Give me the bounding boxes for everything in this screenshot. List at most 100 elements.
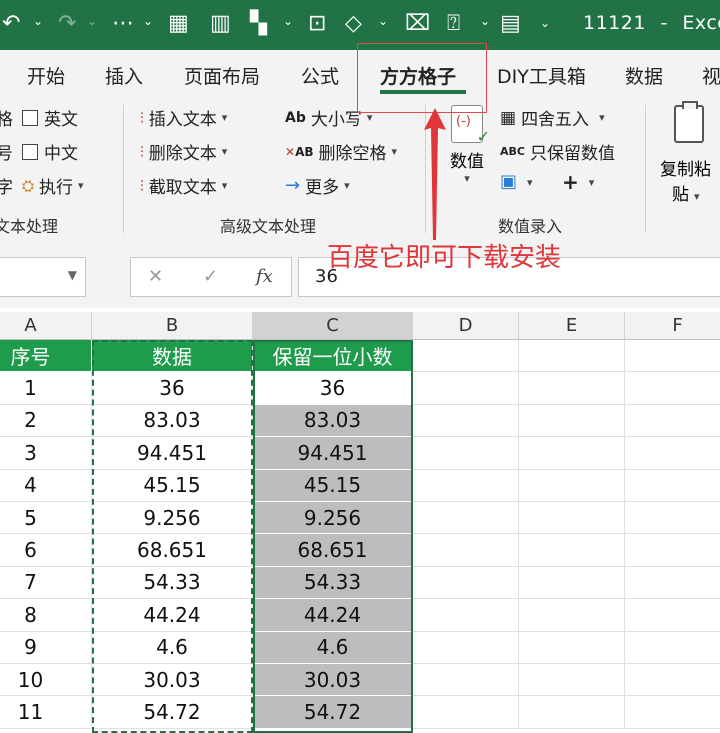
- table-cell[interactable]: [519, 599, 625, 632]
- table-cell[interactable]: 10: [0, 664, 92, 697]
- table-cell[interactable]: 9.256: [253, 502, 413, 535]
- column-header-c[interactable]: C: [253, 312, 413, 340]
- table-cell[interactable]: 5: [0, 502, 92, 535]
- ribbon-partial-row1[interactable]: 格: [0, 105, 13, 130]
- checkbox-english-box[interactable]: [22, 109, 38, 126]
- execute-button[interactable]: ⛭ 执行 ▾: [22, 173, 84, 199]
- table-cell[interactable]: 3: [0, 437, 92, 470]
- round-button[interactable]: ▦ 四舍五入 ▾: [500, 105, 605, 131]
- add-button[interactable]: + ▾: [562, 172, 594, 192]
- column-header-f[interactable]: F: [625, 312, 720, 340]
- customize-icon[interactable]: ⌄: [540, 16, 550, 30]
- table-cell[interactable]: [413, 437, 519, 470]
- table-cell[interactable]: 7: [0, 566, 92, 600]
- table-cell[interactable]: [413, 696, 519, 729]
- table-cell[interactable]: [519, 340, 625, 373]
- shapes-dropdown-icon[interactable]: ⌄: [378, 14, 388, 28]
- table-cell[interactable]: [625, 470, 720, 502]
- redo-icon[interactable]: ↷: [58, 10, 76, 38]
- table-cell[interactable]: 36: [253, 372, 413, 405]
- more-button[interactable]: → 更多 ▾: [285, 173, 350, 198]
- screenshot-icon[interactable]: ⊡: [308, 10, 326, 38]
- table-cell[interactable]: 4: [0, 469, 92, 502]
- table-cell[interactable]: 1: [0, 372, 92, 405]
- delete-text-button[interactable]: ⫶ 删除文本 ▾: [140, 139, 227, 165]
- table-cell[interactable]: 30.03: [92, 664, 253, 697]
- table-cell[interactable]: [413, 599, 519, 632]
- table-cell[interactable]: 45.15: [253, 469, 413, 502]
- table-cell[interactable]: 44.24: [253, 599, 413, 632]
- textbox-icon[interactable]: ⌧: [405, 10, 430, 38]
- table-cell[interactable]: [413, 566, 519, 600]
- tab-view[interactable]: 视: [702, 62, 720, 89]
- table-cell[interactable]: [519, 404, 625, 438]
- undo-icon[interactable]: ↶: [2, 10, 20, 38]
- help-dropdown-icon[interactable]: ⌄: [480, 14, 490, 28]
- table-cell[interactable]: 44.24: [92, 599, 253, 632]
- table-cell[interactable]: [519, 502, 625, 535]
- table-cell[interactable]: [413, 631, 519, 664]
- column-header-d[interactable]: D: [413, 312, 519, 340]
- table-cell[interactable]: 94.451: [253, 437, 413, 470]
- table-header-cell[interactable]: 保留一位小数: [253, 340, 413, 373]
- table-cell[interactable]: 54.72: [253, 696, 413, 729]
- column-header-a[interactable]: A: [0, 312, 92, 340]
- table-cell[interactable]: [625, 502, 720, 535]
- table-cell[interactable]: [625, 599, 720, 632]
- table-cell[interactable]: [413, 404, 519, 438]
- table-cell[interactable]: 8: [0, 599, 92, 632]
- copy-paste-button[interactable]: 复制粘 贴 ▾: [660, 101, 720, 215]
- ribbon-partial-row3[interactable]: 字: [0, 173, 13, 198]
- table-cell[interactable]: [519, 696, 625, 729]
- table-cell[interactable]: 4.6: [92, 631, 253, 664]
- table-cell[interactable]: [413, 340, 519, 373]
- fx-icon[interactable]: fx: [256, 266, 273, 287]
- shapes-icon[interactable]: ◇: [345, 10, 362, 38]
- table-cell[interactable]: 2: [0, 404, 92, 438]
- table-cell[interactable]: 9: [0, 631, 92, 664]
- tab-diy-toolbox[interactable]: DIY工具箱: [497, 62, 586, 89]
- table-cell[interactable]: [625, 664, 720, 697]
- form-icon[interactable]: ▤: [500, 10, 521, 38]
- keep-numbers-button[interactable]: ABC 只保留数值: [500, 139, 615, 164]
- table-cell[interactable]: [413, 664, 519, 697]
- insert-text-button[interactable]: ⫶ 插入文本 ▾: [140, 105, 227, 131]
- tab-page-layout[interactable]: 页面布局: [184, 62, 260, 89]
- column-header-e[interactable]: E: [519, 312, 625, 340]
- table-cell[interactable]: 54.72: [92, 696, 253, 729]
- table-cell[interactable]: [519, 437, 625, 470]
- table-cell[interactable]: [625, 632, 720, 664]
- column-header-b[interactable]: B: [92, 312, 253, 340]
- table-cell[interactable]: 54.33: [92, 566, 253, 600]
- value-button[interactable]: (-) ✓ 数值 ▾: [445, 105, 490, 195]
- table-cell[interactable]: [413, 534, 519, 567]
- calculator-icon[interactable]: ▦: [168, 10, 189, 38]
- table-cell[interactable]: [625, 437, 720, 470]
- tab-home[interactable]: 开始: [27, 62, 65, 89]
- tab-data[interactable]: 数据: [625, 62, 663, 89]
- table-cell[interactable]: [519, 372, 625, 405]
- borders-icon[interactable]: ⋯: [112, 10, 134, 38]
- pivot-dropdown-icon[interactable]: ⌄: [283, 14, 293, 28]
- table-cell[interactable]: [625, 696, 720, 729]
- table-cell[interactable]: [519, 631, 625, 664]
- chart-icon[interactable]: ▥: [210, 10, 231, 38]
- checkbox-chinese[interactable]: 中文: [22, 139, 78, 164]
- table-cell[interactable]: [519, 566, 625, 600]
- table-cell[interactable]: 36: [92, 372, 253, 405]
- extract-text-button[interactable]: ⫶ 截取文本 ▾: [140, 173, 227, 199]
- checkbox-chinese-box[interactable]: [22, 143, 38, 160]
- tab-insert[interactable]: 插入: [105, 62, 143, 89]
- table-cell[interactable]: 83.03: [253, 404, 413, 438]
- table-cell[interactable]: 6: [0, 534, 92, 567]
- table-cell[interactable]: 54.33: [253, 566, 413, 600]
- table-header-cell[interactable]: 序号: [0, 340, 92, 373]
- table-cell[interactable]: [519, 534, 625, 567]
- table-cell[interactable]: [519, 469, 625, 502]
- delete-space-button[interactable]: ✕AB 删除空格 ▾: [285, 139, 397, 164]
- table-cell[interactable]: 9.256: [92, 502, 253, 535]
- table-cell[interactable]: [413, 372, 519, 405]
- cancel-icon[interactable]: ✕: [148, 266, 163, 287]
- table-cell[interactable]: [413, 469, 519, 502]
- table-cell[interactable]: [625, 405, 720, 438]
